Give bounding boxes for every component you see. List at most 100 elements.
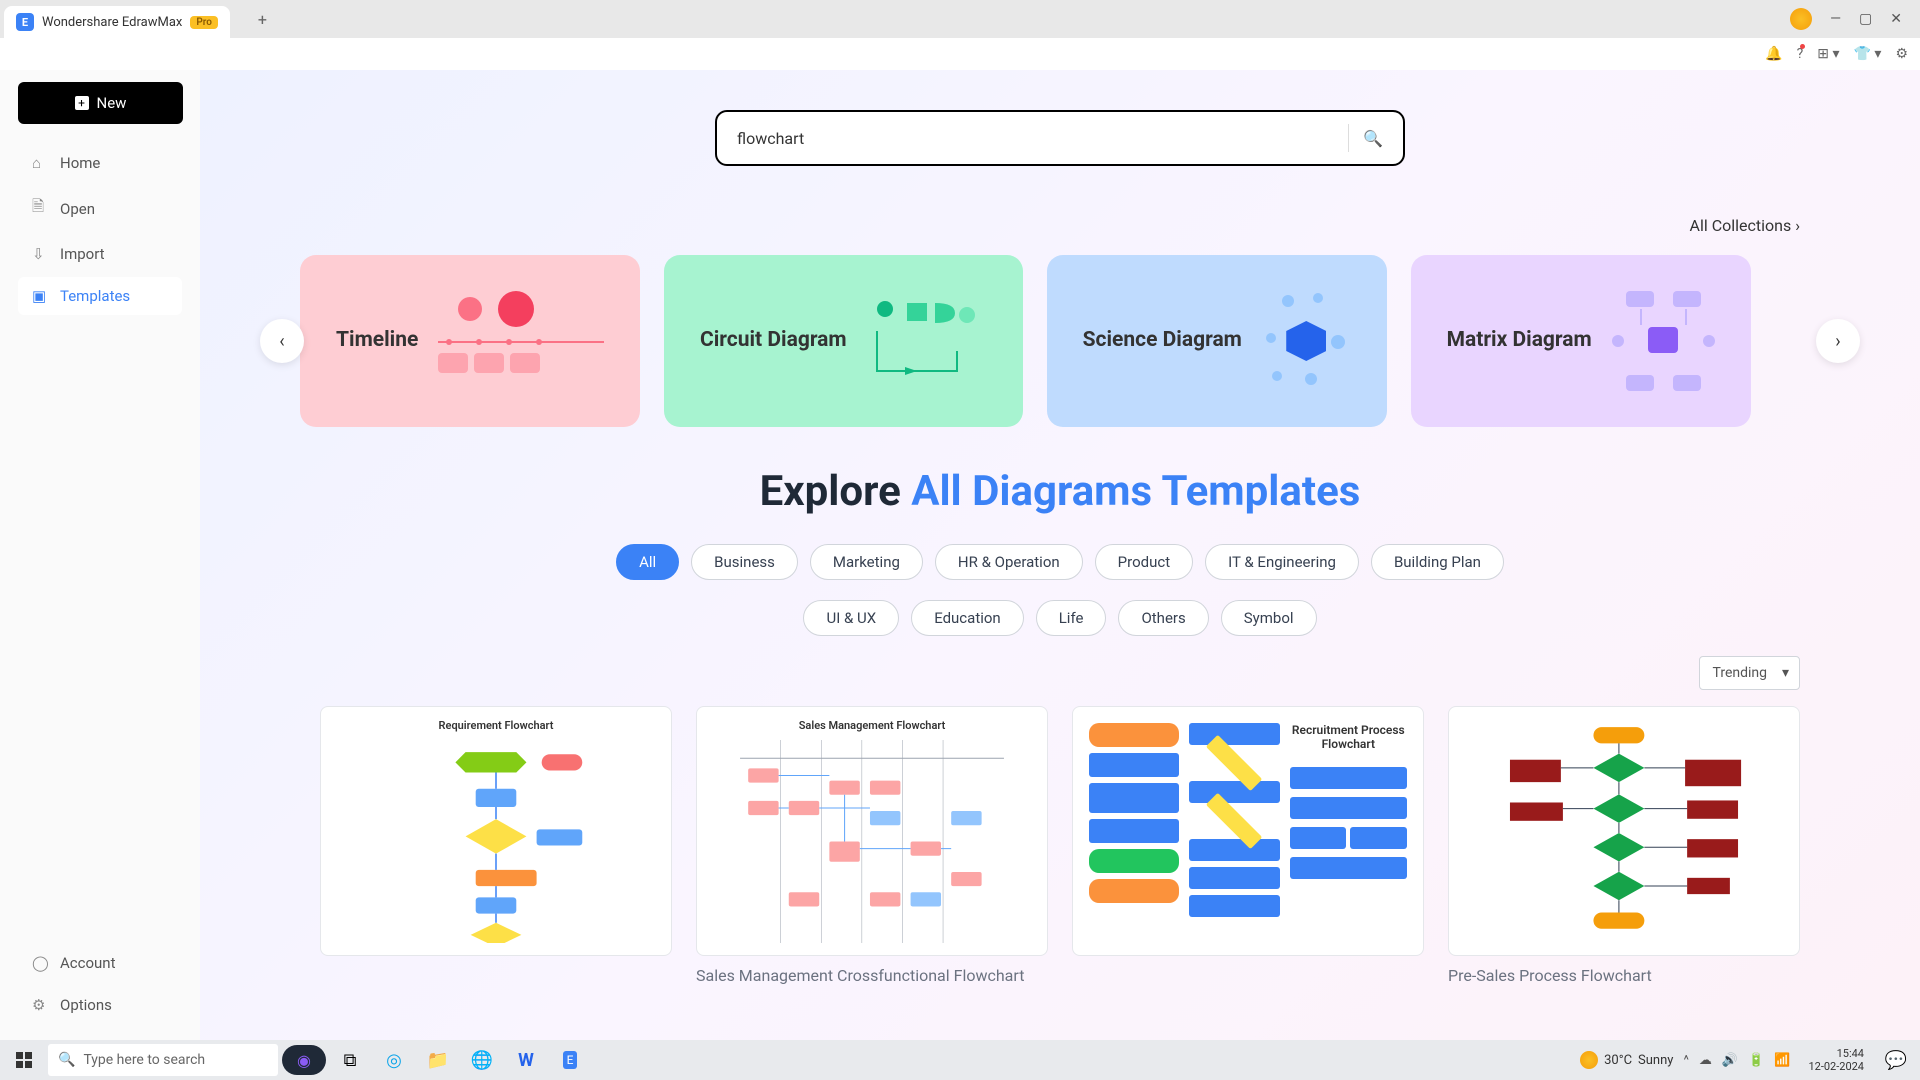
new-tab-button[interactable]: + [250, 6, 275, 33]
notifications-button[interactable]: 💬 [1876, 1042, 1916, 1078]
all-collections-label: All Collections [1690, 216, 1792, 235]
taskbar: 🔍 Type here to search ◉ ⧉ ◎ 📁 🌐 W E 30°C… [0, 1040, 1920, 1080]
search-icon: 🔍 [58, 1052, 75, 1068]
onedrive-icon[interactable]: ☁ [1699, 1053, 1712, 1068]
sort-dropdown[interactable]: Trending ▾ [1699, 656, 1800, 690]
gear-icon[interactable]: ⚙ [1895, 46, 1908, 62]
template-caption: Sales Management Crossfunctional Flowcha… [696, 966, 1048, 987]
task-view-icon: ⧉ [344, 1050, 357, 1071]
template-card[interactable]: Recruitment Process Flowchart [1072, 706, 1424, 987]
bell-icon[interactable]: 🔔 [1765, 46, 1782, 62]
sidebar-item-templates[interactable]: ▣ Templates [18, 277, 182, 315]
chevron-up-icon[interactable]: ^ [1683, 1053, 1688, 1068]
folder-icon: 📁 [427, 1050, 449, 1071]
template-card[interactable]: Sales Management Flowchart [696, 706, 1048, 987]
template-card[interactable]: Requirement Flowchart [320, 706, 672, 987]
edge-icon: ◎ [386, 1050, 402, 1071]
maximize-button[interactable]: ▢ [1859, 11, 1872, 27]
shirt-icon[interactable]: 👕 ▾ [1854, 46, 1882, 62]
pill-life[interactable]: Life [1036, 600, 1107, 636]
sidebar-item-home[interactable]: ⌂ Home [18, 144, 182, 182]
new-button[interactable]: + New [18, 82, 183, 124]
volume-icon[interactable]: 🔊 [1722, 1053, 1738, 1068]
pill-product[interactable]: Product [1095, 544, 1193, 580]
sidebar-item-options[interactable]: ⚙ Options [18, 986, 182, 1024]
thumb-title: Sales Management Flowchart [799, 719, 946, 732]
app-tab[interactable]: E Wondershare EdrawMax Pro [4, 6, 230, 38]
carousel-prev-button[interactable]: ‹ [260, 319, 304, 363]
template-caption: Pre-Sales Process Flowchart [1448, 966, 1800, 987]
explore-heading: Explore All Diagrams Templates [260, 467, 1860, 516]
template-thumbnail: Requirement Flowchart [320, 706, 672, 956]
explore-highlight: All Diagrams Templates [911, 467, 1360, 516]
chrome-icon: 🌐 [471, 1050, 493, 1071]
taskbar-search-placeholder: Type here to search [83, 1052, 205, 1068]
carousel-card-circuit[interactable]: Circuit Diagram [664, 255, 1023, 427]
pill-all[interactable]: All [616, 544, 679, 580]
start-button[interactable] [4, 1042, 44, 1078]
task-view-button[interactable]: ⧉ [330, 1042, 370, 1078]
copilot-icon: ◉ [297, 1051, 311, 1070]
category-pills-row2: UI & UX Education Life Others Symbol [260, 600, 1860, 636]
word-icon: W [518, 1050, 534, 1071]
word-button[interactable]: W [506, 1042, 546, 1078]
search-input[interactable] [737, 129, 1334, 148]
edge-button[interactable]: ◎ [374, 1042, 414, 1078]
matrix-graphic-icon [1612, 291, 1715, 391]
pill-it-engineering[interactable]: IT & Engineering [1205, 544, 1359, 580]
sidebar-item-import[interactable]: ⇩ Import [18, 235, 182, 273]
minimize-button[interactable]: — [1830, 11, 1841, 27]
wifi-icon[interactable]: 📶 [1774, 1053, 1790, 1068]
explore-prefix: Explore [760, 467, 912, 516]
battery-icon[interactable]: 🔋 [1748, 1053, 1764, 1068]
grid-icon[interactable]: ⊞ ▾ [1817, 46, 1839, 62]
weather-cond: Sunny [1638, 1053, 1673, 1068]
pill-hr-operation[interactable]: HR & Operation [935, 544, 1083, 580]
chevron-right-icon: › [1795, 216, 1800, 235]
weather-temp: 30°C [1604, 1053, 1632, 1068]
home-icon: ⌂ [32, 154, 48, 172]
date-text: 12-02-2024 [1808, 1060, 1864, 1073]
pill-others[interactable]: Others [1118, 600, 1208, 636]
carousel-card-matrix[interactable]: Matrix Diagram [1411, 255, 1751, 427]
carousel-card-timeline[interactable]: Timeline [300, 255, 640, 427]
carousel-next-button[interactable]: › [1816, 319, 1860, 363]
close-button[interactable]: ✕ [1890, 11, 1902, 27]
options-gear-icon: ⚙ [32, 996, 48, 1014]
help-icon[interactable]: ? [1797, 46, 1804, 62]
clock[interactable]: 15:44 12-02-2024 [1800, 1047, 1872, 1073]
explorer-button[interactable]: 📁 [418, 1042, 458, 1078]
copilot-button[interactable]: ◉ [282, 1045, 326, 1075]
new-button-label: New [97, 94, 127, 112]
carousel-card-science[interactable]: Science Diagram [1047, 255, 1387, 427]
template-thumbnail [1448, 706, 1800, 956]
all-collections-link[interactable]: All Collections › [260, 216, 1800, 235]
edrawmax-button[interactable]: E [550, 1042, 590, 1078]
template-card[interactable]: Pre-Sales Process Flowchart [1448, 706, 1800, 987]
card-title: Matrix Diagram [1447, 327, 1592, 354]
thumb-title: Recruitment Process Flowchart [1290, 723, 1407, 751]
science-graphic-icon [1262, 291, 1351, 391]
circuit-graphic-icon [867, 291, 987, 391]
app-logo-icon: E [16, 13, 34, 31]
thumb-title: Requirement Flowchart [439, 719, 554, 732]
coin-icon[interactable] [1790, 8, 1812, 30]
taskbar-search[interactable]: 🔍 Type here to search [48, 1044, 278, 1076]
system-tray[interactable]: ^ ☁ 🔊 🔋 📶 [1677, 1053, 1796, 1068]
pill-symbol[interactable]: Symbol [1221, 600, 1317, 636]
template-grid: Requirement Flowchart [260, 706, 1860, 987]
carousel-track: Timeline Circuit Diagram [300, 255, 1820, 427]
pill-ui-ux[interactable]: UI & UX [803, 600, 899, 636]
sidebar-item-open[interactable]: 🗎 Open [18, 186, 182, 231]
search-button[interactable]: 🔍 [1363, 129, 1383, 148]
pill-building-plan[interactable]: Building Plan [1371, 544, 1504, 580]
chrome-button[interactable]: 🌐 [462, 1042, 502, 1078]
sidebar-item-label: Templates [60, 287, 130, 305]
category-pills-row1: All Business Marketing HR & Operation Pr… [260, 544, 1860, 580]
pill-education[interactable]: Education [911, 600, 1024, 636]
sidebar-item-account[interactable]: ◯ Account [18, 944, 182, 982]
pill-business[interactable]: Business [691, 544, 798, 580]
pill-marketing[interactable]: Marketing [810, 544, 923, 580]
timeline-graphic-icon [438, 291, 604, 391]
weather-widget[interactable]: 30°C Sunny [1580, 1051, 1673, 1069]
